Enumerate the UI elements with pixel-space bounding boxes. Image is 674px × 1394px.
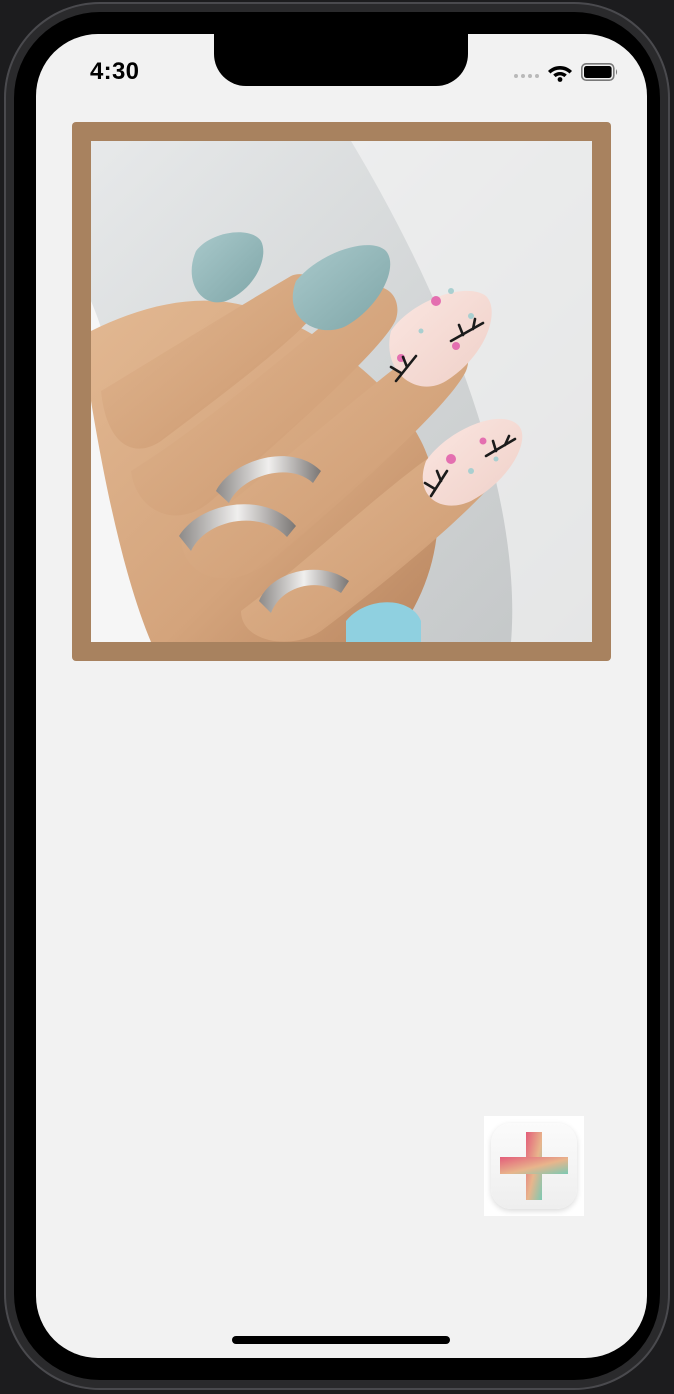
camera-notch [214, 34, 468, 86]
image-card[interactable] [72, 122, 611, 661]
plus-icon [500, 1132, 568, 1200]
status-icons [514, 62, 619, 82]
wifi-icon [547, 62, 573, 82]
add-button-tile[interactable] [491, 1123, 577, 1209]
home-indicator[interactable] [232, 1336, 450, 1344]
status-time: 4:30 [90, 58, 140, 85]
add-button[interactable] [484, 1116, 584, 1216]
battery-icon [581, 63, 619, 81]
nail-photo [91, 141, 592, 642]
app-screen: 4:30 [36, 34, 647, 1358]
signal-dots-icon [514, 66, 539, 78]
